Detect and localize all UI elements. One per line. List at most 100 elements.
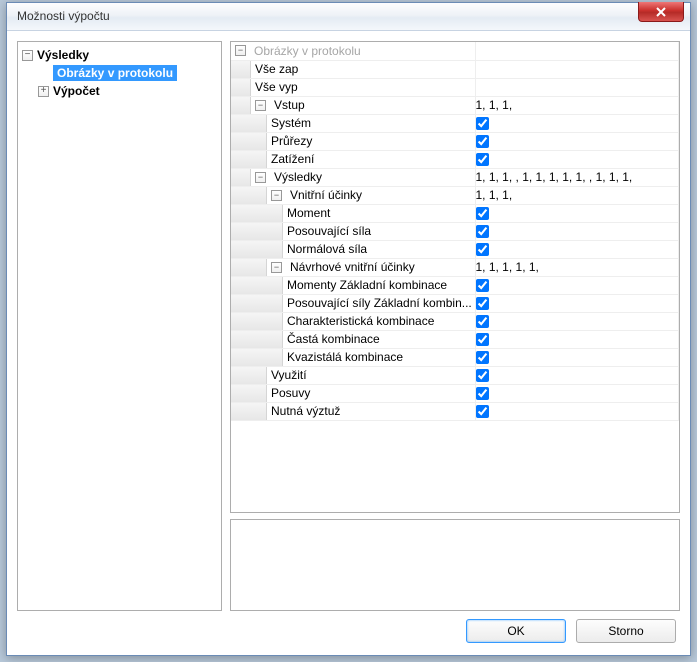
row-label: Posuvy (267, 386, 310, 400)
row-gutter (231, 205, 283, 222)
row-label: Vnitřní účinky (286, 188, 362, 202)
row-gutter (231, 79, 251, 96)
nav-tree[interactable]: − Výsledky Obrázky v protokolu + Výpočet (17, 41, 222, 611)
nav-root-row[interactable]: − Výsledky (20, 46, 219, 64)
row-checkbox[interactable] (476, 405, 489, 418)
row-checkbox[interactable] (476, 369, 489, 382)
nav-root-label: Výsledky (37, 48, 89, 62)
grid-row[interactable]: Systém (231, 114, 679, 132)
row-value: 1, 1, 1, (476, 188, 513, 202)
row-label: Vstup (270, 98, 305, 112)
collapse-icon[interactable]: − (255, 172, 266, 183)
row-checkbox[interactable] (476, 297, 489, 310)
window-title: Možnosti výpočtu (17, 9, 110, 23)
grid-row[interactable]: Zatížení (231, 150, 679, 168)
row-gutter (231, 367, 267, 384)
row-gutter (231, 349, 283, 366)
row-checkbox[interactable] (476, 153, 489, 166)
row-gutter (231, 187, 267, 204)
nav-selected-label: Obrázky v protokolu (53, 65, 177, 81)
grid-row[interactable]: Momenty Základní kombinace (231, 276, 679, 294)
row-label: Častá kombinace (283, 332, 380, 346)
grid-row[interactable]: −Výsledky 1, 1, 1, , 1, 1, 1, 1, 1, , 1, … (231, 168, 679, 186)
row-gutter (231, 97, 251, 114)
row-gutter (231, 259, 267, 276)
grid-row[interactable]: Moment (231, 204, 679, 222)
grid-header-label: Obrázky v protokolu (250, 44, 361, 58)
grid-row[interactable]: Charakteristická kombinace (231, 312, 679, 330)
row-label: Vše vyp (251, 80, 298, 94)
collapse-icon[interactable]: − (271, 190, 282, 201)
row-label: Zatížení (267, 152, 314, 166)
row-label: Využití (267, 368, 307, 382)
row-label: Kvazistálá kombinace (283, 350, 403, 364)
grid-row[interactable]: −Vstup 1, 1, 1, (231, 96, 679, 114)
grid-row[interactable]: Využití (231, 366, 679, 384)
row-label: Moment (283, 206, 330, 220)
description-box (230, 519, 680, 611)
grid-row[interactable]: Posouvající síly Základní kombin... (231, 294, 679, 312)
grid-table: − Obrázky v protokolu Vše zapVše vyp−Vst… (231, 42, 679, 421)
nav-selected-row[interactable]: Obrázky v protokolu (20, 64, 219, 82)
expand-icon[interactable]: + (38, 86, 49, 97)
row-label: Průřezy (267, 134, 312, 148)
row-label: Nutná výztuž (267, 404, 340, 418)
row-checkbox[interactable] (476, 279, 489, 292)
row-gutter (231, 133, 267, 150)
collapse-icon[interactable]: − (271, 262, 282, 273)
close-icon (656, 7, 666, 17)
right-panel: − Obrázky v protokolu Vše zapVše vyp−Vst… (230, 41, 680, 611)
close-button[interactable] (638, 2, 684, 22)
grid-row[interactable]: Kvazistálá kombinace (231, 348, 679, 366)
grid-row[interactable]: −Návrhové vnitřní účinky 1, 1, 1, 1, 1, (231, 258, 679, 276)
row-gutter (231, 331, 283, 348)
row-checkbox[interactable] (476, 225, 489, 238)
grid-row[interactable]: Normálová síla (231, 240, 679, 258)
row-label: Systém (267, 116, 311, 130)
nav-sub-row[interactable]: + Výpočet (20, 82, 219, 100)
grid-row[interactable]: Posouvající síla (231, 222, 679, 240)
grid-row[interactable]: −Vnitřní účinky 1, 1, 1, (231, 186, 679, 204)
row-label: Momenty Základní kombinace (283, 278, 447, 292)
row-checkbox[interactable] (476, 315, 489, 328)
row-checkbox[interactable] (476, 387, 489, 400)
row-gutter (231, 385, 267, 402)
row-gutter (231, 61, 251, 78)
client-area: − Výsledky Obrázky v protokolu + Výpočet… (17, 41, 680, 611)
row-gutter (231, 403, 267, 420)
row-label: Výsledky (270, 170, 322, 184)
row-label: Vše zap (251, 62, 298, 76)
row-gutter (231, 115, 267, 132)
row-checkbox[interactable] (476, 333, 489, 346)
row-checkbox[interactable] (476, 351, 489, 364)
row-value: 1, 1, 1, , 1, 1, 1, 1, 1, , 1, 1, 1, (476, 170, 633, 184)
row-gutter (231, 151, 267, 168)
row-gutter (231, 313, 283, 330)
ok-button[interactable]: OK (466, 619, 566, 643)
grid-row[interactable]: Vše vyp (231, 78, 679, 96)
settings-grid[interactable]: − Obrázky v protokolu Vše zapVše vyp−Vst… (230, 41, 680, 513)
row-checkbox[interactable] (476, 135, 489, 148)
grid-row[interactable]: Nutná výztuž (231, 402, 679, 420)
row-gutter (231, 241, 283, 258)
row-label: Charakteristická kombinace (283, 314, 434, 328)
collapse-icon[interactable]: − (255, 100, 266, 111)
grid-row[interactable]: Průřezy (231, 132, 679, 150)
row-checkbox[interactable] (476, 243, 489, 256)
row-label: Posouvající síly Základní kombin... (283, 296, 472, 310)
titlebar: Možnosti výpočtu (7, 3, 690, 31)
cancel-button[interactable]: Storno (576, 619, 676, 643)
collapse-icon[interactable]: − (22, 50, 33, 61)
row-value: 1, 1, 1, (476, 98, 513, 112)
row-checkbox[interactable] (476, 207, 489, 220)
collapse-icon[interactable]: − (235, 45, 246, 56)
row-checkbox[interactable] (476, 117, 489, 130)
grid-row[interactable]: Vše zap (231, 60, 679, 78)
grid-row[interactable]: Častá kombinace (231, 330, 679, 348)
grid-header-row: − Obrázky v protokolu (231, 42, 679, 60)
row-value: 1, 1, 1, 1, 1, (476, 260, 539, 274)
grid-row[interactable]: Posuvy (231, 384, 679, 402)
row-label: Návrhové vnitřní účinky (286, 260, 415, 274)
dialog-window: Možnosti výpočtu − Výsledky Obrázky v pr… (6, 2, 691, 656)
row-label: Normálová síla (283, 242, 367, 256)
